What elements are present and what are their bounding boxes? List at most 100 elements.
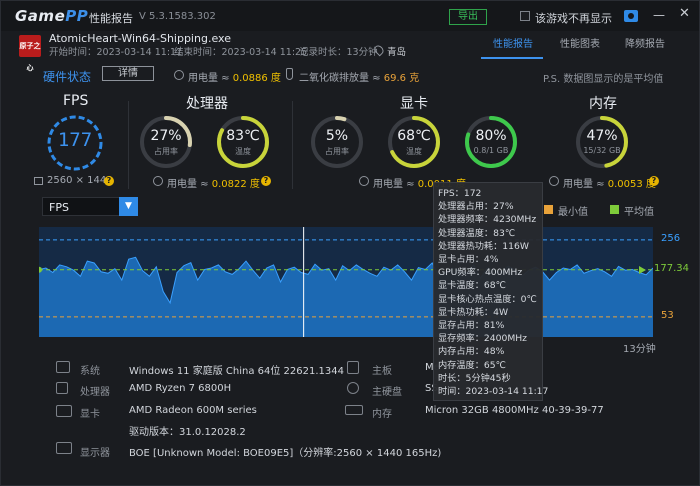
close-icon[interactable]: ✕ bbox=[679, 7, 691, 21]
help-icon[interactable]: ? bbox=[649, 176, 659, 186]
ram-usage-label: 15/32 GB bbox=[583, 146, 621, 155]
fps-chart[interactable] bbox=[39, 227, 653, 337]
average-note: P.S. 数据图显示的是平均值 bbox=[543, 74, 664, 85]
cpu-value: AMD Ryzen 7 6800H bbox=[129, 383, 232, 394]
help-icon[interactable]: ? bbox=[104, 176, 114, 186]
fps-value: 177 bbox=[57, 129, 93, 151]
tooltip-line: FPS：172 bbox=[438, 188, 482, 199]
app-logo: GamePP bbox=[15, 7, 89, 25]
ram-power: 用电量 ≈ 0.0053 度 bbox=[563, 179, 656, 190]
location: 青岛 bbox=[387, 47, 407, 58]
duration: 记录时长：13分钟 bbox=[299, 47, 378, 58]
power-icon bbox=[153, 176, 163, 186]
no-show-label[interactable]: 该游戏不再显示 bbox=[535, 10, 612, 26]
camera-icon[interactable] bbox=[624, 10, 638, 22]
legend-avg-swatch bbox=[610, 205, 619, 214]
tooltip-line: 内存温度：65℃ bbox=[438, 359, 506, 371]
legend-min-swatch bbox=[544, 205, 553, 214]
memory-icon bbox=[345, 405, 363, 415]
power-icon bbox=[549, 176, 559, 186]
game-icon: 原子之心 bbox=[19, 35, 41, 72]
no-show-checkbox[interactable] bbox=[520, 11, 530, 21]
tooltip-line: 显存频率：2400MHz bbox=[438, 333, 527, 345]
divider bbox=[128, 101, 129, 189]
help-icon[interactable]: ? bbox=[261, 176, 271, 186]
co2-icon bbox=[286, 68, 293, 80]
cpu-temp-label: 温度 bbox=[235, 147, 251, 156]
display-value: BOE [Unknown Model: BOE09E5]（分辨率:2560 × … bbox=[129, 448, 442, 459]
cpu-icon bbox=[56, 382, 68, 394]
hardware-status-title: 硬件状态 bbox=[43, 70, 92, 84]
cpu-label: 处理器 bbox=[80, 387, 110, 398]
export-button[interactable]: 导出 bbox=[449, 9, 487, 25]
tooltip-line: 处理器占用：27% bbox=[438, 201, 514, 213]
details-button[interactable]: 详情 bbox=[102, 66, 154, 81]
gpu-icon bbox=[56, 405, 72, 417]
power-icon bbox=[174, 70, 184, 80]
power-icon bbox=[359, 176, 369, 186]
cpu-power: 用电量 ≈ 0.0822 度 bbox=[167, 179, 260, 190]
tooltip-line: 显卡温度：68℃ bbox=[438, 280, 506, 292]
gpu-memory-label: 0.8/1 GB bbox=[473, 146, 509, 155]
tab-performance-chart[interactable]: 性能图表 bbox=[560, 35, 600, 50]
avg-marker-right bbox=[639, 265, 646, 274]
fps-title: FPS bbox=[63, 93, 89, 109]
os-value: Windows 11 家庭版 China 64位 22621.1344 bbox=[129, 366, 344, 377]
legend-avg-label: 平均值 bbox=[624, 207, 654, 218]
cpu-temp-value: 83℃ bbox=[226, 128, 260, 144]
tooltip-line: 处理器热功耗：116W bbox=[438, 240, 529, 252]
resolution: 2560 × 1440 bbox=[47, 175, 113, 186]
motherboard-icon bbox=[347, 361, 359, 374]
monitor-icon bbox=[34, 177, 43, 185]
motherboard-label: 主板 bbox=[372, 366, 392, 377]
tooltip-line: 时间：2023-03-14 11:17 bbox=[438, 386, 549, 397]
max-value-label: 256 bbox=[661, 232, 681, 244]
cpu-title: 处理器 bbox=[186, 96, 228, 112]
gpu-usage-value: 5% bbox=[325, 128, 349, 144]
end-time: 结束时间：2023-03-14 11:25 bbox=[174, 47, 308, 58]
app-version: V 5.3.1583.302 bbox=[139, 11, 216, 22]
cpu-usage-label: 占用率 bbox=[154, 147, 178, 156]
minimize-icon[interactable]: — bbox=[653, 8, 665, 22]
tab-throttle-report[interactable]: 降频报告 bbox=[625, 35, 665, 50]
display-label: 显示器 bbox=[80, 448, 110, 459]
ram-usage-value: 47% bbox=[586, 128, 618, 144]
metric-select-value[interactable]: FPS bbox=[49, 201, 69, 214]
display-icon bbox=[56, 442, 72, 454]
disk-label: 主硬盘 bbox=[372, 387, 402, 398]
tab-performance-report[interactable]: 性能报告 bbox=[493, 35, 533, 50]
tooltip-line: 显卡占用：4% bbox=[438, 254, 499, 265]
os-label: 系统 bbox=[80, 366, 100, 377]
memory-label: 内存 bbox=[372, 409, 392, 420]
memory-value: Micron 32GB 4800MHz 40-39-39-77 bbox=[425, 405, 604, 416]
cpu-usage-value: 27% bbox=[150, 128, 182, 144]
tooltip-line: GPU频率：400MHz bbox=[438, 267, 523, 279]
tooltip-line: 显卡核心热点温度：0℃ bbox=[438, 293, 537, 305]
gpu-usage-label: 占用率 bbox=[325, 147, 349, 156]
ram-title: 内存 bbox=[589, 96, 617, 112]
gpu-temp-label: 温度 bbox=[406, 147, 422, 156]
tooltip-line: 时长：5分钟45秒 bbox=[438, 372, 511, 384]
min-value-label: 53 bbox=[661, 309, 674, 321]
tooltip-line: 显卡热功耗：4W bbox=[438, 306, 509, 318]
tooltip-line: 显存占用：81% bbox=[438, 320, 505, 331]
divider bbox=[292, 101, 293, 189]
chevron-down-icon[interactable]: ▼ bbox=[119, 197, 138, 216]
gpu-memory-value: 80% bbox=[475, 128, 507, 144]
gpu-temp-value: 68℃ bbox=[397, 128, 431, 144]
driver-version: 驱动版本：31.0.12028.2 bbox=[129, 427, 246, 438]
avg-value-label: 177.34 bbox=[654, 262, 689, 274]
gpu-title: 显卡 bbox=[400, 96, 428, 112]
report-window: GamePP 性能报告 V 5.3.1583.302 导出 该游戏不再显示 — … bbox=[0, 0, 700, 486]
start-time: 开始时间：2023-03-14 11:11 bbox=[49, 47, 183, 58]
tooltip-line: 处理器频率：4230MHz bbox=[438, 214, 537, 226]
disk-icon bbox=[347, 382, 359, 394]
active-tab-indicator bbox=[481, 57, 543, 59]
window-title: 性能报告 bbox=[89, 12, 133, 25]
gpu-value: AMD Radeon 600M series bbox=[129, 405, 257, 416]
x-axis-end-label: 13分钟 bbox=[623, 344, 656, 355]
total-power: 用电量 ≈ 0.0886 度 bbox=[188, 73, 281, 84]
tooltip-line: 处理器温度：83℃ bbox=[438, 227, 516, 239]
legend-min-label: 最小值 bbox=[558, 207, 588, 218]
gpu-label: 显卡 bbox=[80, 409, 100, 420]
